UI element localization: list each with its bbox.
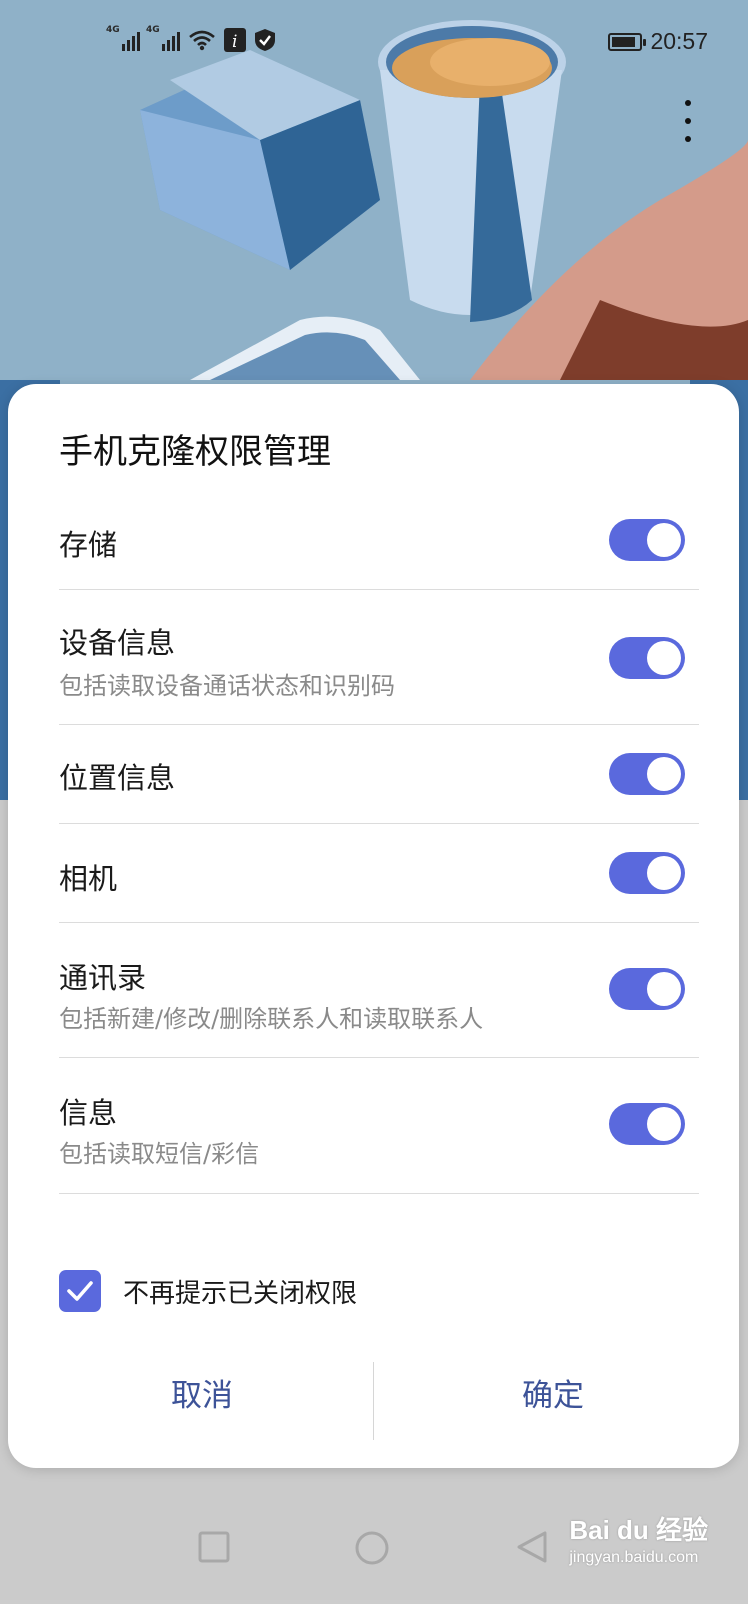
dont-remind-row[interactable]: 不再提示已关闭权限 bbox=[59, 1266, 357, 1316]
status-time: 20:57 bbox=[650, 28, 708, 54]
dialog-title: 手机克隆权限管理 bbox=[59, 432, 331, 472]
permission-list: 存储 设备信息 包括读取设备通话状态和识别码 位置信息 相机 通讯录 包括新建/… bbox=[59, 484, 699, 1194]
permission-desc: 包括读取设备通话状态和识别码 bbox=[59, 672, 395, 700]
dont-remind-checkbox[interactable] bbox=[59, 1270, 101, 1312]
square-nav-icon[interactable] bbox=[197, 1530, 231, 1564]
button-divider bbox=[373, 1362, 374, 1440]
permission-row-messages: 信息 包括读取短信/彩信 bbox=[59, 1058, 699, 1194]
network-type-2: 4G bbox=[146, 25, 160, 35]
permission-desc: 包括新建/修改/删除联系人和读取联系人 bbox=[59, 1005, 484, 1033]
permission-name: 存储 bbox=[59, 528, 118, 562]
dont-remind-label: 不再提示已关闭权限 bbox=[123, 1278, 358, 1309]
svg-text:i: i bbox=[232, 32, 237, 52]
permission-name: 位置信息 bbox=[59, 761, 176, 795]
permission-dialog: 手机克隆权限管理 存储 设备信息 包括读取设备通话状态和识别码 位置信息 相机 … bbox=[8, 384, 739, 1468]
circle-nav-icon[interactable] bbox=[354, 1530, 390, 1566]
contacts-toggle[interactable] bbox=[609, 968, 685, 1010]
permission-row-device-info: 设备信息 包括读取设备通话状态和识别码 bbox=[59, 590, 699, 725]
status-bar: 4G 4G i 20:57 bbox=[0, 22, 748, 62]
permission-row-storage: 存储 bbox=[59, 484, 699, 590]
check-icon bbox=[67, 1281, 93, 1301]
shield-icon bbox=[255, 29, 275, 51]
back-triangle-icon[interactable] bbox=[515, 1530, 549, 1564]
permission-row-location: 位置信息 bbox=[59, 725, 699, 824]
permission-row-camera: 相机 bbox=[59, 824, 699, 923]
battery-icon bbox=[608, 32, 647, 51]
permission-name: 设备信息 bbox=[59, 626, 176, 660]
messages-toggle[interactable] bbox=[609, 1103, 685, 1145]
camera-toggle[interactable] bbox=[609, 852, 685, 894]
location-toggle[interactable] bbox=[609, 753, 685, 795]
permission-name: 信息 bbox=[59, 1096, 118, 1130]
watermark: Bai du 经验 jingyan.baidu.com bbox=[569, 1510, 708, 1567]
permission-row-contacts: 通讯录 包括新建/修改/删除联系人和读取联系人 bbox=[59, 923, 699, 1058]
device-info-toggle[interactable] bbox=[609, 637, 685, 679]
network-type-1: 4G bbox=[106, 25, 120, 35]
permission-name: 通讯录 bbox=[59, 961, 147, 995]
permission-desc: 包括读取短信/彩信 bbox=[59, 1140, 260, 1168]
watermark-url: jingyan.baidu.com bbox=[569, 1549, 699, 1566]
cancel-button[interactable]: 取消 bbox=[32, 1364, 372, 1420]
signal-icon: 4G bbox=[106, 25, 140, 51]
watermark-brand: Bai du 经验 bbox=[569, 1515, 708, 1545]
confirm-button[interactable]: 确定 bbox=[383, 1364, 723, 1420]
wifi-icon bbox=[189, 30, 215, 51]
more-vertical-icon[interactable] bbox=[680, 100, 696, 142]
permission-name: 相机 bbox=[59, 862, 118, 896]
info-icon: i bbox=[224, 28, 246, 52]
storage-toggle[interactable] bbox=[609, 519, 685, 561]
signal-icon: 4G bbox=[146, 25, 180, 51]
